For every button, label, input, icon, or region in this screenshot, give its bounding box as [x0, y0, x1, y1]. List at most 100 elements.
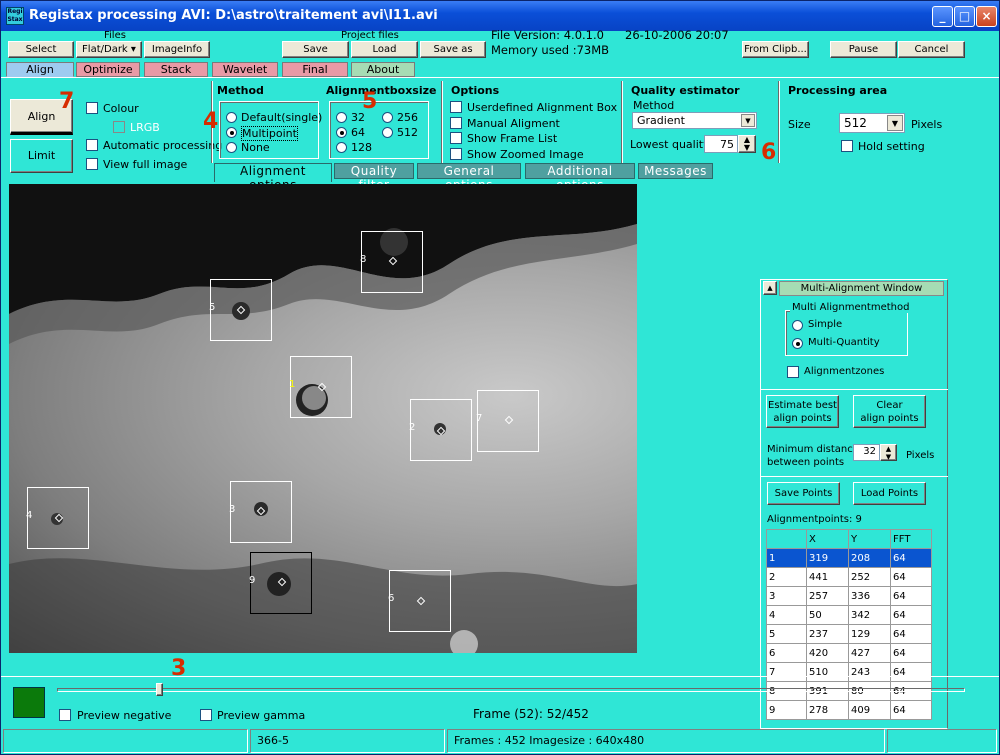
frame-slider-thumb[interactable]	[156, 683, 163, 696]
automatic-processing-checkbox[interactable]	[86, 139, 98, 151]
align-point[interactable]	[256, 506, 266, 516]
table-cell: 64	[890, 605, 932, 625]
align-point[interactable]	[236, 305, 246, 315]
table-row[interactable]: 7 510 243 64	[766, 662, 932, 682]
boxsize-256-radio[interactable]	[382, 112, 393, 123]
size-select[interactable]: 512 ▼	[839, 113, 905, 133]
limit-button[interactable]: Limit	[10, 139, 73, 173]
alignmentzones-checkbox[interactable]	[787, 366, 799, 378]
align-box[interactable]: 8	[360, 231, 423, 293]
tab-final[interactable]: Final	[282, 62, 348, 77]
table-row[interactable]: 1 319 208 64	[766, 548, 932, 568]
align-box[interactable]: 5	[209, 279, 272, 341]
table-row[interactable]: 5 237 129 64	[766, 624, 932, 644]
table-cell: 420	[806, 643, 849, 663]
save-as-button[interactable]: Save as	[420, 41, 486, 58]
close-button[interactable]: ×	[976, 6, 997, 27]
minimize-button[interactable]: _	[932, 6, 953, 27]
table-cell: 64	[890, 586, 932, 606]
align-box[interactable]: 1	[289, 356, 352, 418]
save-points-button[interactable]: Save Points	[767, 482, 840, 505]
cancel-button[interactable]: Cancel	[898, 41, 965, 58]
quality-method-select[interactable]: Gradient ▼	[632, 112, 757, 129]
boxsize-512-radio[interactable]	[382, 127, 393, 138]
table-row[interactable]: 4 50 342 64	[766, 605, 932, 625]
lowest-quality-input[interactable]: 75	[704, 135, 738, 153]
userdefined-box-checkbox[interactable]	[450, 101, 462, 113]
boxsize-512-label: 512	[397, 126, 418, 139]
tab-optimize[interactable]: Optimize	[76, 62, 140, 77]
lrgb-checkbox[interactable]	[113, 121, 125, 133]
subtab-alignment-options[interactable]: Alignment options	[214, 163, 332, 192]
clear-align-points-button[interactable]: Clear align points	[853, 395, 926, 428]
tab-wavelet[interactable]: Wavelet	[212, 62, 278, 77]
imageinfo-button[interactable]: ImageInfo	[144, 41, 210, 58]
multi-quantity-radio[interactable]	[792, 338, 803, 349]
subtab-messages[interactable]: Messages	[638, 163, 713, 179]
subtab-quality-filter[interactable]: Quality filter	[334, 163, 414, 192]
preview-negative-checkbox[interactable]	[59, 709, 71, 721]
maximize-button[interactable]: □	[954, 6, 975, 27]
load-points-button[interactable]: Load Points	[853, 482, 926, 505]
table-row[interactable]: 2 441 252 64	[766, 567, 932, 587]
align-point[interactable]	[54, 513, 64, 523]
save-button[interactable]: Save	[282, 41, 349, 58]
show-frame-list-checkbox[interactable]	[450, 132, 462, 144]
align-point[interactable]	[388, 256, 398, 266]
table-cell: 2	[766, 567, 807, 587]
table-cell: 336	[848, 586, 891, 606]
align-box[interactable]: 9	[249, 552, 312, 614]
colour-checkbox[interactable]	[86, 102, 98, 114]
estimate-align-points-button[interactable]: Estimate best align points	[766, 395, 839, 428]
spinner-icon[interactable]: ▲ ▼	[880, 444, 897, 461]
view-full-image-label: View full image	[103, 158, 188, 171]
align-point[interactable]	[277, 577, 287, 587]
min-distance-input[interactable]: 32	[853, 444, 880, 461]
boxsize-32-radio[interactable]	[336, 112, 347, 123]
table-row[interactable]: 3 257 336 64	[766, 586, 932, 606]
view-full-image-checkbox[interactable]	[86, 158, 98, 170]
align-point[interactable]	[504, 415, 514, 425]
align-box[interactable]: 4	[26, 487, 89, 549]
table-cell: 64	[890, 662, 932, 682]
subtab-additional-options[interactable]: Additional options	[525, 163, 635, 192]
table-row[interactable]: 9 278 409 64	[766, 700, 932, 720]
spinner-icon[interactable]: ▲ ▼	[738, 135, 756, 153]
preview-gamma-checkbox[interactable]	[200, 709, 212, 721]
status-coords: 366-5	[250, 729, 445, 753]
chevron-down-icon[interactable]: ▼	[741, 114, 755, 127]
frame-slider-track[interactable]	[57, 688, 965, 692]
tab-about[interactable]: About	[351, 62, 415, 77]
manual-alignment-checkbox[interactable]	[450, 117, 462, 129]
show-zoomed-image-checkbox[interactable]	[450, 148, 462, 160]
align-box[interactable]: 3	[229, 481, 292, 543]
tab-align[interactable]: Align	[6, 62, 74, 77]
load-button[interactable]: Load	[351, 41, 418, 58]
boxsize-64-radio[interactable]	[336, 127, 347, 138]
separator	[441, 81, 443, 163]
align-box[interactable]: 7	[476, 390, 539, 452]
datetime: 26-10-2006 20:07	[625, 28, 729, 42]
align-point[interactable]	[317, 382, 327, 392]
chevron-down-icon[interactable]: ▼	[887, 115, 903, 131]
flatdark-button[interactable]: Flat/Dark ▾	[76, 41, 142, 58]
simple-radio[interactable]	[792, 320, 803, 331]
from-clipboard-button[interactable]: From Clipb...	[742, 41, 809, 58]
pause-button[interactable]: Pause	[830, 41, 897, 58]
align-box[interactable]: 2	[409, 399, 472, 461]
align-point[interactable]	[436, 426, 446, 436]
method-default-radio[interactable]	[226, 112, 237, 123]
method-multipoint-radio[interactable]	[226, 127, 237, 138]
method-none-radio[interactable]	[226, 142, 237, 153]
tab-stack[interactable]: Stack	[144, 62, 208, 77]
boxsize-128-radio[interactable]	[336, 142, 347, 153]
pixels-label: Pixels	[911, 118, 943, 131]
select-button[interactable]: Select	[8, 41, 74, 58]
collapse-icon[interactable]: ▲	[763, 281, 777, 295]
subtab-general-options[interactable]: General options	[417, 163, 521, 192]
hold-setting-checkbox[interactable]	[841, 140, 853, 152]
align-point[interactable]	[416, 596, 426, 606]
align-box[interactable]: 6	[388, 570, 451, 632]
table-row[interactable]: 6 420 427 64	[766, 643, 932, 663]
moon-image[interactable]: 1 2 3 4 5 6 7 8 9	[9, 184, 637, 653]
